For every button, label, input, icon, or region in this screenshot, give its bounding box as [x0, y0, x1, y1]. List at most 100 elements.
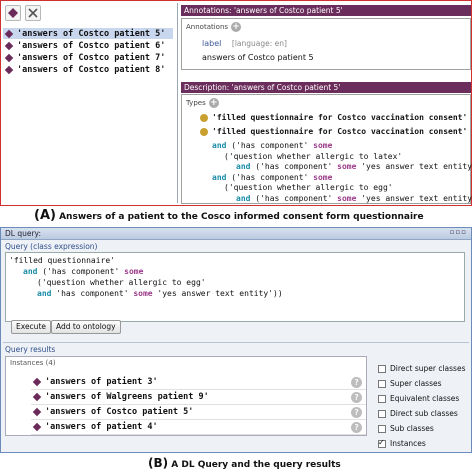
class-icon	[200, 127, 208, 136]
option-label: Direct sub classes	[390, 409, 458, 418]
query-editor[interactable]: 'filled questionnaire' and ('has componen…	[5, 252, 465, 322]
dl-query-titlebar: DL query: ▫▫▫	[1, 228, 471, 240]
window-controls-icon[interactable]: ▫▫▫	[450, 228, 467, 236]
checkbox[interactable]	[378, 424, 386, 433]
individual-label: 'answers of Costco patient 7'	[17, 52, 166, 63]
types-header: Types	[186, 99, 206, 107]
individual-label: 'answers of Costco patient 6'	[17, 40, 166, 51]
description-title: Description: 'answers of Costco patient …	[181, 82, 471, 93]
individual-icon	[32, 422, 42, 432]
individual-label: 'answers of Costco patient 5'	[17, 28, 166, 39]
expression-line: and ('has component' some	[212, 173, 332, 182]
option-label: Equivalent classes	[390, 394, 460, 403]
keyword-and: and	[212, 172, 227, 182]
result-item[interactable]: 'answers of patient 4'?	[31, 420, 366, 435]
expression-line: ('question whether allergic to egg'	[37, 278, 206, 287]
individual-icon	[4, 65, 14, 74]
keyword-and: and	[212, 141, 227, 150]
keyword-some: some	[133, 289, 153, 298]
annotations-box: Annotations + label [language: en] answe…	[181, 18, 471, 70]
expression-text: ('question whether allergic to latex'	[224, 151, 403, 161]
keyword-some: some	[124, 267, 144, 276]
explain-icon[interactable]: ?	[351, 391, 362, 403]
expression-text: 'yes answer text entity')))	[361, 162, 472, 171]
result-label: 'answers of patient 3'	[45, 377, 158, 387]
panel-a: 'answers of Costco patient 5''answers of…	[0, 0, 472, 206]
keyword-some: some	[337, 162, 357, 171]
expression-line: and ('has component' some 'yes answer te…	[236, 162, 472, 171]
add-annotation-icon[interactable]: +	[231, 22, 242, 32]
keyword-and: and	[23, 267, 38, 276]
result-label: 'answers of Walgreens patient 9'	[45, 392, 209, 402]
result-label: 'answers of patient 4'	[45, 422, 158, 432]
add-to-ontology-button[interactable]: Add to ontology	[51, 320, 121, 334]
class-icon	[200, 113, 208, 122]
individual-item[interactable]: 'answers of Costco patient 8'	[3, 64, 173, 75]
type-expression-1: 'filled questionnaire for Costco vaccina…	[212, 113, 468, 122]
option-equivalent-classes[interactable]: Equivalent classes	[378, 394, 459, 403]
execute-button[interactable]: Execute	[11, 320, 51, 334]
type-expression-2: 'filled questionnaire for Costco vaccina…	[212, 127, 468, 136]
expression-line: ('question whether allergic to egg'	[224, 183, 393, 192]
query-header: Query (class expression)	[5, 242, 98, 251]
results-header: Query results	[5, 345, 56, 354]
checkbox[interactable]	[378, 438, 386, 448]
individual-item[interactable]: 'answers of Costco patient 5'	[3, 28, 173, 39]
keyword-some: some	[313, 172, 333, 182]
explain-icon[interactable]: ?	[351, 376, 362, 388]
checkbox[interactable]	[378, 364, 386, 373]
expression-text: 'yes answer text entity')))	[361, 193, 472, 203]
expression-text: 'yes answer text entity'))	[152, 289, 283, 298]
keyword-some: some	[313, 141, 333, 150]
option-label: Sub classes	[390, 424, 434, 433]
option-super-classes[interactable]: Super classes	[378, 379, 442, 388]
individual-icon	[32, 407, 42, 417]
instances-header: Instances (4)	[10, 359, 56, 367]
annotation-language: [language: en]	[231, 39, 287, 48]
individual-icon	[32, 377, 42, 387]
keyword-and: and	[37, 289, 52, 298]
caption-a-text: (A) Answers of a patient to the Cosco in…	[34, 208, 424, 223]
delete-individual-icon[interactable]	[25, 5, 41, 21]
individuals-toolbar	[3, 3, 175, 23]
expression-text: ('has component'	[250, 193, 338, 203]
window-title: DL query:	[5, 229, 41, 238]
result-item[interactable]: 'answers of Walgreens patient 9'?	[31, 390, 366, 405]
individual-item[interactable]: 'answers of Costco patient 7'	[3, 52, 173, 63]
add-individual-icon[interactable]	[5, 5, 21, 21]
dl-query-window: DL query: ▫▫▫ Query (class expression) '…	[0, 227, 472, 453]
individual-item[interactable]: 'answers of Costco patient 6'	[3, 40, 173, 51]
annotations-title: Annotations: 'answers of Costco patient …	[181, 5, 471, 16]
option-direct-sub-classes[interactable]: Direct sub classes	[378, 409, 458, 418]
keyword-some: some	[337, 193, 357, 203]
option-direct-super-classes[interactable]: Direct super classes	[378, 364, 465, 373]
explain-icon[interactable]: ?	[351, 421, 362, 433]
option-sub-classes[interactable]: Sub classes	[378, 424, 434, 433]
keyword-and: and	[236, 162, 251, 171]
explain-icon[interactable]: ?	[351, 406, 362, 418]
individual-icon	[4, 41, 14, 50]
individual-icon	[4, 53, 14, 62]
result-item[interactable]: 'answers of Costco patient 5'?	[31, 405, 366, 420]
checkbox[interactable]	[378, 394, 386, 403]
checkbox[interactable]	[378, 379, 386, 388]
expression-line: and ('has component' some	[212, 141, 332, 150]
expression-text: ('has component'	[226, 172, 314, 182]
divider	[3, 342, 469, 343]
result-item[interactable]: 'answers of patient 3'?	[31, 375, 366, 390]
expression-line: and ('has component' some	[23, 267, 143, 276]
checkbox[interactable]	[378, 409, 386, 418]
expression-text: 'has component'	[51, 289, 134, 298]
expression-line: ('question whether allergic to latex'	[224, 152, 402, 161]
expression-line: and ('has component' some 'yes answer te…	[236, 194, 472, 203]
annotation-value: answers of Costco patient 5	[202, 53, 314, 62]
individual-icon	[4, 29, 14, 38]
expression-text: ('has component'	[226, 141, 314, 150]
option-instances[interactable]: Instances	[378, 438, 426, 448]
add-type-icon[interactable]: +	[208, 98, 219, 108]
option-label: Instances	[390, 439, 426, 448]
expression-text: ('question whether allergic to egg'	[224, 183, 393, 192]
individual-icon	[32, 392, 42, 402]
expression-text: ('question whether allergic to egg'	[37, 278, 206, 287]
expression-text: ('has component'	[37, 267, 125, 276]
